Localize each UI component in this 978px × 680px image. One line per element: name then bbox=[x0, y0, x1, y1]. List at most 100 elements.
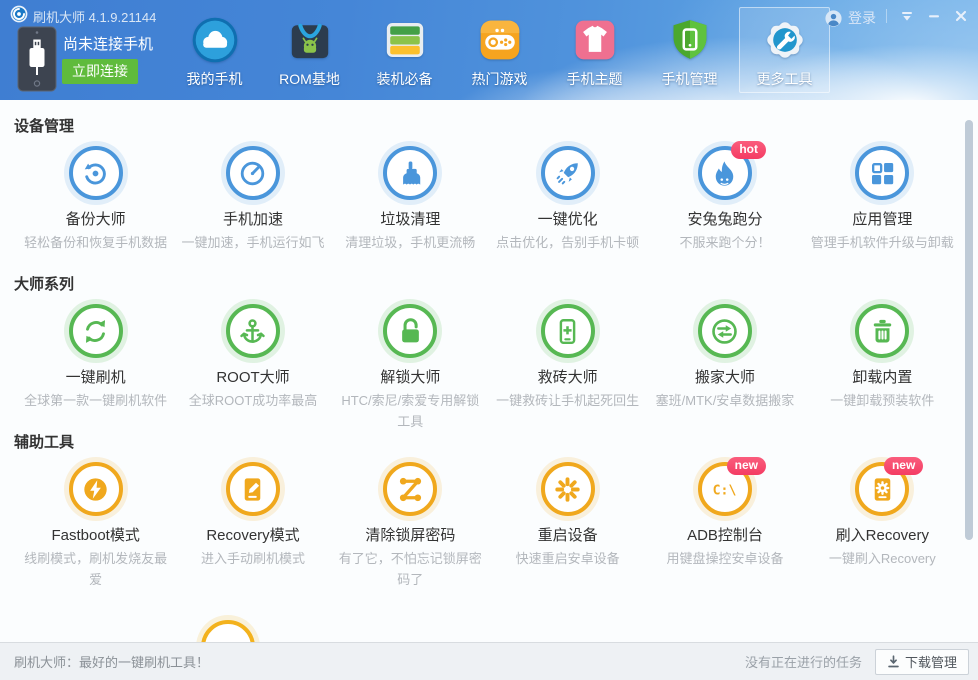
rescue-icon bbox=[541, 304, 595, 358]
tool-clean[interactable]: 垃圾清理清理垃圾，手机更流畅 bbox=[332, 142, 489, 274]
nav-tab-label: 我的手机 bbox=[187, 69, 243, 89]
move-icon bbox=[698, 304, 752, 358]
tool-optimize[interactable]: 一键优化点击优化，告别手机卡顿 bbox=[489, 142, 646, 274]
tool-name: 应用管理 bbox=[852, 210, 912, 230]
tool-sections: 设备管理备份大师轻松备份和恢复手机数据手机加速一键加速，手机运行如飞垃圾清理清理… bbox=[0, 100, 978, 642]
essential-apps-icon bbox=[380, 15, 430, 65]
tool-root[interactable]: ROOT大师全球ROOT成功率最高 bbox=[174, 300, 331, 432]
nav-tab-my-phone[interactable]: 我的手机 bbox=[169, 7, 260, 93]
phone-disconnected-icon bbox=[17, 26, 57, 92]
tool-desc: 清理垃圾，手机更流畅 bbox=[335, 232, 485, 274]
tool-flashrecovery[interactable]: new刷入Recovery一键刷入Recovery bbox=[804, 458, 961, 590]
clean-icon bbox=[383, 146, 437, 200]
tool-desc: 用键盘操控安卓设备 bbox=[650, 548, 800, 590]
new-badge: new bbox=[884, 457, 923, 475]
pattern-icon bbox=[383, 462, 437, 516]
tool-antutu[interactable]: hot安兔兔跑分不服来跑个分！ bbox=[646, 142, 803, 274]
phone-themes-icon bbox=[570, 15, 620, 65]
tool-desc: 一键救砖让手机起死回生 bbox=[493, 390, 643, 432]
tool-flash[interactable]: 一键刷机全球第一款一键刷机软件 bbox=[17, 300, 174, 432]
tool-name: 一键优化 bbox=[538, 210, 598, 230]
tool-name: 一键刷机 bbox=[66, 368, 126, 388]
new-badge: new bbox=[727, 457, 766, 475]
speedup-icon bbox=[226, 146, 280, 200]
flashrecovery-icon: new bbox=[855, 462, 909, 516]
section-master-series: 大师系列一键刷机全球第一款一键刷机软件ROOT大师全球ROOT成功率最高解锁大师… bbox=[0, 274, 978, 432]
tool-grid: Fastboot模式线刷模式，刷机发烧友最爱Recovery模式进入手动刷机模式… bbox=[0, 458, 978, 590]
nav-tab-label: 装机必备 bbox=[377, 69, 433, 89]
tool-name: 备份大师 bbox=[66, 210, 126, 230]
tool-grid: 备份大师轻松备份和恢复手机数据手机加速一键加速，手机运行如飞垃圾清理清理垃圾，手… bbox=[0, 142, 978, 274]
phone-manage-icon bbox=[665, 15, 715, 65]
tool-desc: 有了它，不怕忘记锁屏密码了 bbox=[335, 548, 485, 590]
antutu-icon: hot bbox=[698, 146, 752, 200]
adb-icon: C:\new bbox=[698, 462, 752, 516]
tool-desc: 轻松备份和恢复手机数据 bbox=[21, 232, 171, 274]
tool-speedup[interactable]: 手机加速一键加速，手机运行如飞 bbox=[174, 142, 331, 274]
nav-tab-label: 手机管理 bbox=[662, 69, 718, 89]
connect-now-button[interactable]: 立即连接 bbox=[62, 59, 138, 84]
section-device-manage: 设备管理备份大师轻松备份和恢复手机数据手机加速一键加速，手机运行如飞垃圾清理清理… bbox=[0, 116, 978, 274]
tool-desc: 一键加速，手机运行如飞 bbox=[178, 232, 328, 274]
tool-unlock[interactable]: 解锁大师HTC/索尼/索爱专用解锁工具 bbox=[332, 300, 489, 432]
svg-text:C:\: C:\ bbox=[713, 483, 737, 498]
tool-desc: 一键卸载预装软件 bbox=[807, 390, 957, 432]
login-button[interactable]: 登录 bbox=[825, 8, 876, 28]
unlock-icon bbox=[383, 304, 437, 358]
nav-tab-phone-manage[interactable]: 手机管理 bbox=[644, 7, 735, 93]
tool-desc: 全球ROOT成功率最高 bbox=[178, 390, 328, 432]
download-manager-button[interactable]: 下载管理 bbox=[875, 649, 969, 675]
rom-base-icon bbox=[285, 15, 335, 65]
tasks-status-text: 没有正在进行的任务 bbox=[745, 652, 862, 671]
section-title-master-series: 大师系列 bbox=[0, 274, 978, 296]
user-avatar-icon bbox=[825, 10, 842, 27]
tool-reboot[interactable]: 重启设备快速重启安卓设备 bbox=[489, 458, 646, 590]
window-title: 刷机大师 4.1.9.21144 bbox=[33, 7, 156, 26]
tool-recovery[interactable]: Recovery模式进入手动刷机模式 bbox=[174, 458, 331, 590]
tool-name: Recovery模式 bbox=[206, 526, 299, 546]
divider bbox=[886, 9, 887, 23]
tool-rescue[interactable]: 救砖大师一键救砖让手机起死回生 bbox=[489, 300, 646, 432]
close-button[interactable] bbox=[954, 9, 968, 23]
nav-tab-rom-base[interactable]: ROM基地 bbox=[264, 7, 355, 93]
tool-grid: 一键刷机全球第一款一键刷机软件ROOT大师全球ROOT成功率最高解锁大师HTC/… bbox=[0, 300, 978, 432]
tool-uninstall[interactable]: 卸载内置一键卸载预装软件 bbox=[804, 300, 961, 432]
minimize-button[interactable] bbox=[927, 9, 941, 23]
nav-tab-essential-apps[interactable]: 装机必备 bbox=[359, 7, 450, 93]
next-row-peek-icon[interactable] bbox=[201, 620, 255, 642]
tool-desc: HTC/索尼/索爱专用解锁工具 bbox=[335, 390, 485, 432]
tool-move[interactable]: 搬家大师塞班/MTK/安卓数据搬家 bbox=[646, 300, 803, 432]
nav-tab-more-tools[interactable]: 更多工具 bbox=[739, 7, 830, 93]
connect-status-text: 尚未连接手机 bbox=[63, 33, 153, 54]
my-phone-icon bbox=[190, 15, 240, 65]
tool-backup[interactable]: 备份大师轻松备份和恢复手机数据 bbox=[17, 142, 174, 274]
tool-desc: 全球第一款一键刷机软件 bbox=[21, 390, 171, 432]
nav-tab-phone-themes[interactable]: 手机主题 bbox=[549, 7, 640, 93]
flash-icon bbox=[69, 304, 123, 358]
root-icon bbox=[226, 304, 280, 358]
main-menu-button[interactable] bbox=[900, 9, 914, 23]
nav-tab-label: 手机主题 bbox=[567, 69, 623, 89]
nav-tab-label: 更多工具 bbox=[757, 69, 813, 89]
scrollbar-thumb[interactable] bbox=[965, 120, 973, 540]
section-title-aux-tools: 辅助工具 bbox=[0, 432, 978, 454]
nav-tabs: 我的手机 ROM基地装机必备 热门游戏手机主题 手机管理 更多工具 bbox=[169, 7, 834, 93]
hot-badge: hot bbox=[731, 141, 766, 159]
tool-desc: 塞班/MTK/安卓数据搬家 bbox=[650, 390, 800, 432]
nav-tab-hot-games[interactable]: 热门游戏 bbox=[454, 7, 545, 93]
app-logo-icon bbox=[10, 5, 28, 23]
login-label: 登录 bbox=[848, 8, 876, 28]
tool-adb[interactable]: C:\newADB控制台用键盘操控安卓设备 bbox=[646, 458, 803, 590]
optimize-icon bbox=[541, 146, 595, 200]
tool-desc: 一键刷入Recovery bbox=[807, 548, 957, 590]
tool-pattern[interactable]: 清除锁屏密码有了它，不怕忘记锁屏密码了 bbox=[332, 458, 489, 590]
tool-name: 救砖大师 bbox=[538, 368, 598, 388]
tool-fastboot[interactable]: Fastboot模式线刷模式，刷机发烧友最爱 bbox=[17, 458, 174, 590]
status-bar: 刷机大师：最好的一键刷机工具！ 没有正在进行的任务 下载管理 bbox=[0, 642, 978, 680]
window-controls bbox=[886, 9, 968, 23]
download-icon bbox=[887, 655, 900, 668]
download-label: 下载管理 bbox=[905, 652, 957, 671]
section-aux-tools: 辅助工具 Fastboot模式线刷模式，刷机发烧友最爱Recovery模式进入手动… bbox=[0, 432, 978, 590]
more-tools-icon bbox=[760, 15, 810, 65]
tool-appmanage[interactable]: 应用管理管理手机软件升级与卸载 bbox=[804, 142, 961, 274]
